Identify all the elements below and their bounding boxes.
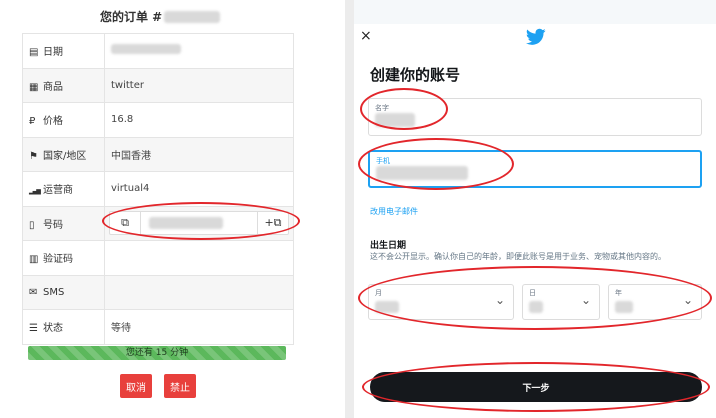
table-row: ▤ 日期	[22, 33, 294, 69]
flag-icon: ⚑	[29, 150, 38, 162]
time-remaining-progress: 您还有 15 分钟	[28, 346, 286, 360]
product-value: twitter	[104, 67, 294, 103]
price-label: 价格	[43, 116, 63, 128]
list-icon: ☰	[29, 323, 38, 335]
phone-number-field[interactable]	[140, 212, 258, 235]
order-title-text: 您的订单 #	[100, 10, 163, 24]
phone-field-label: 手机	[376, 157, 390, 165]
sms-label: SMS	[43, 286, 65, 298]
dob-label: 出生日期	[370, 241, 407, 251]
month-label: 月	[375, 289, 382, 297]
status-value: 等待	[104, 309, 294, 345]
use-email-link[interactable]: 改用电子邮件	[370, 206, 418, 217]
table-row: ▥ 验证码	[22, 240, 294, 276]
year-select[interactable]: 年 ⌄	[608, 284, 702, 320]
product-label: 商品	[43, 81, 63, 93]
name-field[interactable]: 名字	[368, 98, 702, 136]
product-icon: ▦	[29, 81, 39, 93]
close-icon[interactable]: ×	[360, 28, 372, 44]
copy-plus-icon[interactable]: +⧉	[258, 216, 288, 230]
status-label: 状态	[43, 323, 63, 335]
barcode-icon: ▥	[29, 254, 39, 266]
month-value-redacted	[375, 301, 399, 313]
table-row: ▯ 号码 ⧉ +⧉	[22, 205, 294, 241]
chevron-down-icon: ⌄	[580, 293, 591, 307]
phone-label: 号码	[43, 219, 63, 231]
day-value-redacted	[529, 301, 543, 313]
copy-icon[interactable]: ⧉	[110, 216, 140, 230]
date-label: 日期	[43, 47, 63, 59]
day-label: 日	[529, 289, 536, 297]
code-label: 验证码	[43, 254, 73, 266]
progress-text: 您还有 15 分钟	[125, 348, 189, 358]
phone-number-redacted	[149, 217, 223, 230]
top-strip	[354, 0, 716, 24]
dob-description: 这不会公开显示。确认你自己的年龄，即便此账号是用于业务、宠物或其他内容的。	[370, 252, 666, 261]
phone-field[interactable]: 手机	[368, 150, 702, 188]
name-field-label: 名字	[375, 104, 389, 112]
pane-divider	[345, 0, 354, 418]
country-value: 中国香港	[104, 136, 294, 172]
country-label: 国家/地区	[43, 150, 87, 162]
code-value	[104, 240, 294, 276]
envelope-icon: ✉	[29, 286, 38, 298]
signup-panel: × 创建你的账号 名字 手机 改用电子邮件 出生日期 这不会公开显示。确认你自己…	[354, 0, 716, 418]
order-panel: 您的订单 # ▤ 日期 ▦ 商品 twitter ₽ 价格 16.8 ⚑ 国家/地区 中…	[0, 0, 345, 418]
operator-value: virtual4	[104, 171, 294, 207]
cancel-button[interactable]: 取消	[120, 374, 152, 398]
next-button[interactable]: 下一步	[370, 372, 702, 402]
table-row: ☰ 状态 等待	[22, 309, 294, 345]
ruble-icon: ₽	[29, 116, 36, 128]
month-select[interactable]: 月 ⌄	[368, 284, 514, 320]
order-title: 您的订单 #	[100, 8, 221, 25]
table-row: ✉ SMS	[22, 274, 294, 310]
chevron-down-icon: ⌄	[494, 293, 505, 307]
phone-icon: ▯	[29, 219, 35, 231]
ban-button[interactable]: 禁止	[164, 374, 196, 398]
signup-title: 创建你的账号	[370, 66, 461, 84]
twitter-bird-icon	[526, 28, 546, 45]
table-row: ₽ 价格 16.8	[22, 102, 294, 138]
year-value-redacted	[615, 301, 633, 313]
price-value: 16.8	[104, 102, 294, 138]
order-id-redacted	[164, 11, 221, 23]
calendar-icon: ▤	[29, 47, 39, 59]
date-value-redacted	[111, 44, 181, 55]
sms-value	[104, 274, 294, 310]
signal-icon: ▂▄▆	[29, 188, 41, 196]
chevron-down-icon: ⌄	[682, 293, 693, 307]
operator-label: 运营商	[43, 185, 73, 197]
phone-number-group: ⧉ +⧉	[109, 211, 289, 236]
order-info-table: ▤ 日期 ▦ 商品 twitter ₽ 价格 16.8 ⚑ 国家/地区 中国香港 ▂▄▆…	[22, 33, 294, 345]
table-row: ▦ 商品 twitter	[22, 67, 294, 103]
year-label: 年	[615, 289, 622, 297]
table-row: ⚑ 国家/地区 中国香港	[22, 136, 294, 172]
phone-value-redacted	[376, 166, 468, 180]
name-value-redacted	[375, 113, 415, 127]
day-select[interactable]: 日 ⌄	[522, 284, 600, 320]
table-row: ▂▄▆ 运营商 virtual4	[22, 171, 294, 207]
